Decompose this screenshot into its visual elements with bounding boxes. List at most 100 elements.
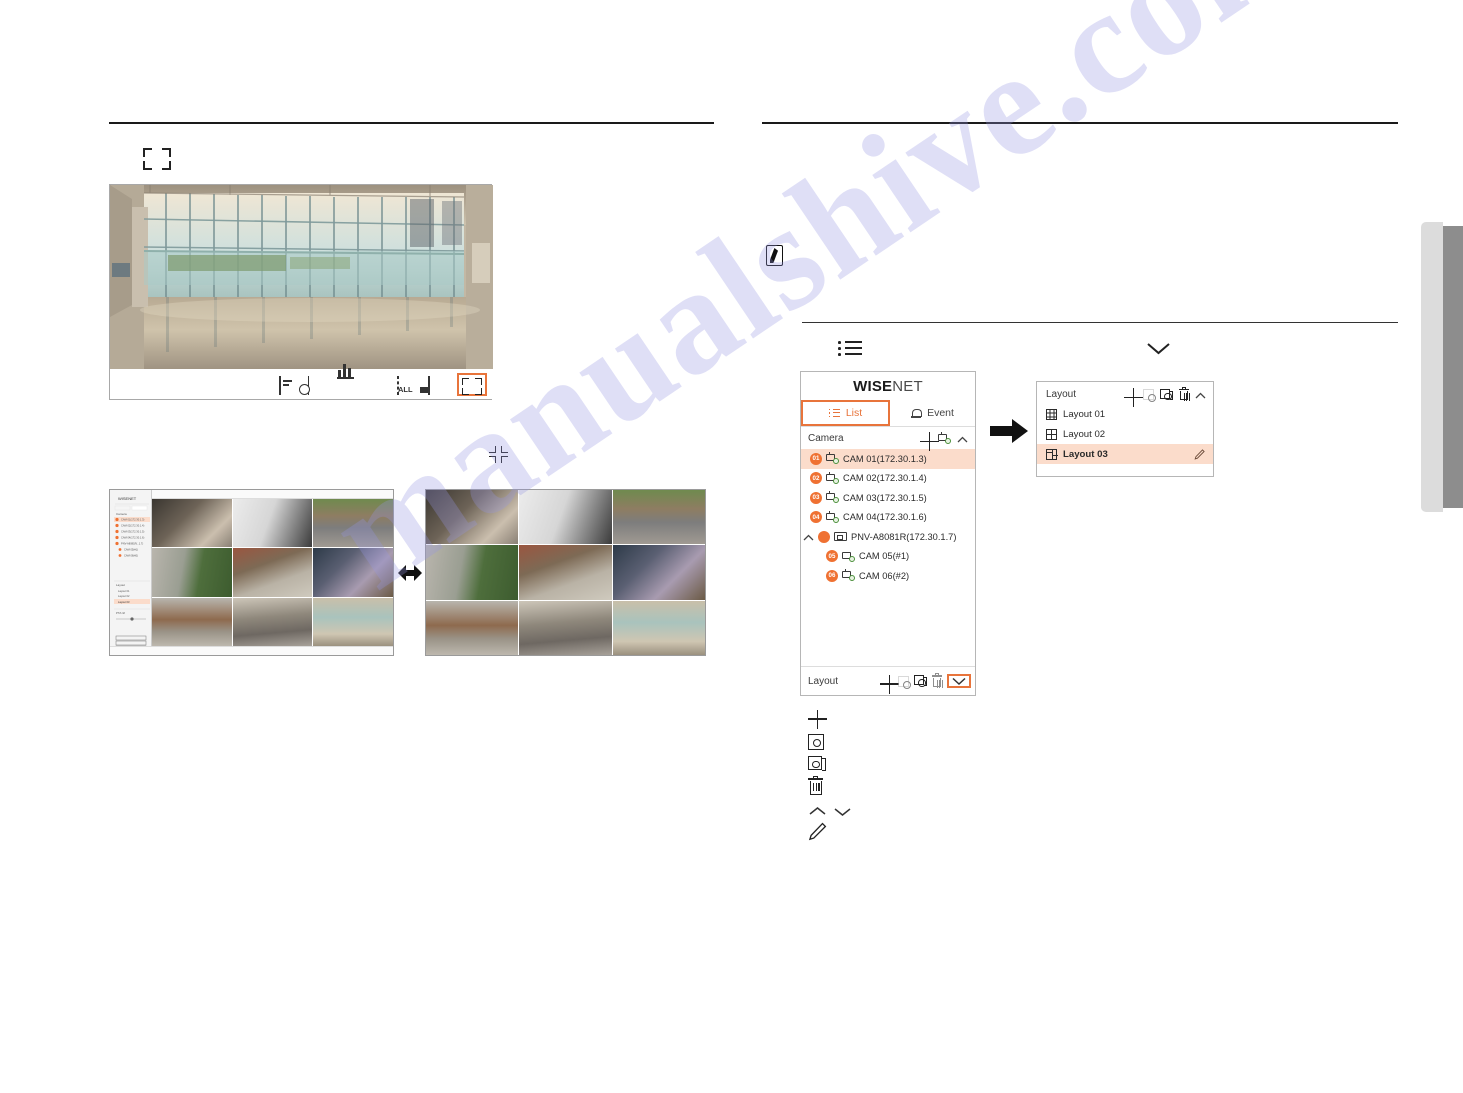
note-pencil-icon	[766, 245, 783, 266]
layout-row-03[interactable]: Layout 03	[1037, 444, 1213, 464]
vms-sidebar: WISENET Camera CAM 01(172.30.1.3) CAM 02…	[110, 490, 152, 655]
layout-row-02[interactable]: Layout 02	[1037, 424, 1213, 444]
ptz-camera-icon	[826, 452, 839, 465]
svg-text:CAM 03(172.30.1.5): CAM 03(172.30.1.5)	[121, 530, 144, 534]
svg-text:Layout 03: Layout 03	[118, 600, 130, 604]
select-all-icon[interactable]: ALL	[397, 374, 419, 395]
layout-panel-title: Layout	[1046, 389, 1077, 400]
vms-camera-grid-fullscreen	[426, 490, 705, 655]
vms-windowed-thumbnail: WISENET Camera CAM 01(172.30.1.3) CAM 02…	[109, 489, 394, 656]
svg-text:Layout: Layout	[116, 583, 125, 587]
camera-row-cam03[interactable]: 03 CAM 03(172.30.1.5)	[801, 488, 975, 508]
grid-cell	[313, 499, 393, 548]
grid-cell	[426, 545, 519, 600]
vms-sidebar-sketch: WISENET Camera CAM 01(172.30.1.3) CAM 02…	[114, 496, 150, 651]
legend-row-delete	[808, 776, 852, 799]
add-layout-icon[interactable]	[1124, 388, 1143, 407]
expand-device-icon[interactable]	[803, 533, 814, 541]
list-icon	[828, 408, 840, 418]
right-column-rule-mid	[802, 322, 1398, 323]
vms-camera-grid	[152, 499, 393, 646]
save-layout-icon[interactable]	[898, 675, 912, 689]
vms-title-bar	[110, 490, 393, 499]
snapshot-info-icon[interactable]	[308, 374, 328, 395]
osd-text-icon[interactable]	[279, 374, 299, 395]
grid-cell	[426, 490, 519, 545]
page-edge-marker-light	[1421, 222, 1443, 512]
grid-quad-icon	[1046, 428, 1057, 440]
device-icon	[834, 532, 847, 542]
camera-label: CAM 01(172.30.1.3)	[843, 453, 927, 464]
tab-event-label: Event	[927, 407, 954, 419]
legend-row-save-as	[808, 753, 852, 776]
exit-fullscreen-icon	[489, 446, 508, 463]
save-icon	[808, 733, 824, 750]
camera-row-cam01[interactable]: 01 CAM 01(172.30.1.3)	[801, 449, 975, 469]
camera-row-cam04[interactable]: 04 CAM 04(172.30.1.6)	[801, 508, 975, 528]
camera-label: CAM 03(172.30.1.5)	[843, 492, 927, 503]
layout-row-01[interactable]: Layout 01	[1037, 404, 1213, 424]
svg-text:WISENET: WISENET	[118, 496, 137, 501]
save-layout-icon[interactable]	[1143, 389, 1157, 403]
grid-cell	[313, 597, 393, 646]
ptz-camera-icon	[826, 510, 839, 523]
fixed-camera-icon	[842, 551, 855, 562]
camera-number-badge: 02	[810, 472, 822, 485]
layout-label: Layout 01	[1063, 408, 1106, 420]
camera-register-icon[interactable]	[938, 431, 951, 444]
svg-text:Camera: Camera	[116, 512, 127, 516]
delete-layout-icon[interactable]	[932, 673, 944, 688]
bidirectional-arrow	[398, 562, 422, 584]
collapse-section-icon[interactable]	[957, 435, 968, 442]
legend-row-collapse-expand	[808, 798, 852, 821]
camera-label: CAM 05(#1)	[859, 551, 910, 562]
svg-text:Layout 01: Layout 01	[118, 589, 130, 593]
device-row-pnv-a8081r[interactable]: PNV-A8081R(172.30.1.7)	[801, 527, 975, 547]
grid-cell	[232, 548, 313, 597]
save-as-layout-icon[interactable]	[1160, 388, 1173, 401]
lobby-scene-svg	[110, 185, 493, 370]
add-layout-icon[interactable]	[880, 674, 899, 694]
list-menu-icon	[838, 341, 862, 358]
bar-chart-icon[interactable]	[337, 364, 357, 394]
layout-footer-title: Layout	[808, 675, 839, 687]
viewer-toolbar: ALL	[110, 364, 493, 399]
camera-section-title: Camera	[808, 432, 844, 444]
save-as-icon	[808, 756, 826, 772]
delete-layout-icon[interactable]	[1179, 386, 1191, 401]
grid-cell	[313, 548, 393, 597]
vms-fullscreen-thumbnail	[425, 489, 706, 656]
rename-layout-icon[interactable]	[1194, 448, 1205, 460]
ptz-camera-icon	[842, 569, 855, 582]
add-camera-icon[interactable]	[920, 432, 939, 451]
fullscreen-button-highlight[interactable]	[457, 372, 487, 396]
layout-panel-header: Layout	[1037, 382, 1213, 407]
tab-list-label: List	[845, 407, 863, 419]
svg-text:CAM 06(#2): CAM 06(#2)	[124, 554, 138, 558]
grid-cell	[519, 600, 612, 655]
camera-row-cam05[interactable]: 05 CAM 05(#1)	[801, 547, 975, 567]
tab-event[interactable]: Event	[890, 400, 975, 426]
grid-cell	[519, 545, 612, 600]
save-as-layout-icon[interactable]	[914, 675, 927, 687]
svg-text:PNV-A8081R(..1.7): PNV-A8081R(..1.7)	[121, 542, 143, 546]
pip-icon[interactable]	[428, 374, 448, 395]
svg-text:CAM 01(172.30.1.3): CAM 01(172.30.1.3)	[121, 518, 144, 522]
svg-text:CAM 04(172.30.1.6): CAM 04(172.30.1.6)	[121, 536, 144, 540]
camera-label: CAM 02(172.30.1.4)	[843, 473, 927, 484]
expand-layout-button-highlight[interactable]	[947, 674, 971, 688]
camera-row-cam02[interactable]: 02 CAM 02(172.30.1.4)	[801, 469, 975, 489]
layout-selection-panel: Layout Layout 01 Layout 02 Layout 03	[1036, 381, 1214, 477]
fullscreen-icon[interactable]	[462, 377, 482, 395]
camera-list-panel: WISENET List Event Camera 01 CAM 01(172.…	[800, 371, 976, 696]
grid-cell	[152, 597, 232, 646]
video-preview-image	[110, 185, 493, 370]
page-edge-marker-dark	[1443, 226, 1463, 508]
tab-list[interactable]: List	[801, 400, 890, 426]
chevron-down-icon[interactable]	[951, 676, 967, 686]
camera-label: CAM 06(#2)	[859, 570, 910, 581]
collapse-layout-icon[interactable]	[1195, 391, 1206, 399]
add-icon	[808, 709, 827, 729]
camera-row-cam06[interactable]: 06 CAM 06(#2)	[801, 566, 975, 586]
expand-fullscreen-icon	[143, 148, 171, 170]
